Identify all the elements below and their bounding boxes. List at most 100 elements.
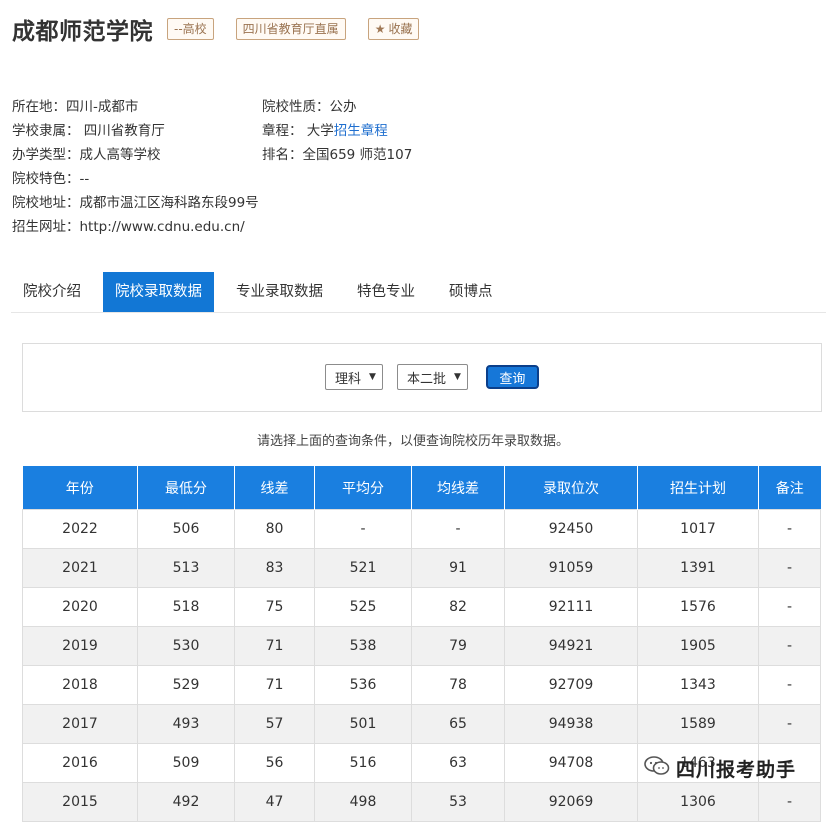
table-cell: - — [758, 548, 821, 588]
table-row: 2017 493 57 501 65 94938 1589- — [22, 704, 821, 744]
table-cell: 56 — [234, 743, 315, 783]
header-rank: 录取位次 — [504, 466, 638, 510]
table-cell: 525 — [314, 587, 412, 627]
table-cell: 1905 — [637, 626, 759, 666]
table-cell: 94938 — [504, 704, 638, 744]
info-address: 院校地址：成都市温江区海科路东段99号 — [12, 195, 259, 211]
table-cell: 1343 — [637, 665, 759, 705]
info-location: 所在地：四川-成都市 — [12, 99, 139, 115]
table-cell: 71 — [234, 626, 315, 666]
table-cell: 1576 — [637, 587, 759, 627]
favorite-label: 收藏 — [388, 22, 413, 36]
star-icon: ★ — [374, 22, 386, 36]
table-cell: 91059 — [504, 548, 638, 588]
header-avg-line-diff: 均线差 — [411, 466, 505, 510]
subject-select[interactable]: 理科 ▼ — [325, 364, 383, 390]
table-cell: 506 — [137, 509, 235, 549]
table-cell: 53 — [411, 782, 505, 822]
header-min-score: 最低分 — [137, 466, 235, 510]
table-cell: 518 — [137, 587, 235, 627]
table-cell: 513 — [137, 548, 235, 588]
info-website: 招生网址：http://www.cdnu.edu.cn/ — [12, 219, 245, 235]
table-cell: 83 — [234, 548, 315, 588]
query-button[interactable]: 查询 — [485, 365, 539, 389]
charter-link[interactable]: 招生章程 — [334, 123, 388, 139]
table-cell: 536 — [314, 665, 412, 705]
table-cell: 1306 — [637, 782, 759, 822]
table-row: 2019 530 71 538 79 94921 1905- — [22, 626, 821, 666]
table-cell: 94708 — [504, 743, 638, 783]
table-cell: 509 — [137, 743, 235, 783]
affiliation-tag: 四川省教育厅直属 — [235, 18, 346, 40]
table-cell: 92111 — [504, 587, 638, 627]
table-cell: - — [758, 587, 821, 627]
table-cell: - — [758, 704, 821, 744]
chat-bubble-icon — [644, 755, 670, 782]
tab-school-intro[interactable]: 院校介绍 — [11, 272, 93, 312]
tab-bar: 院校介绍 院校录取数据 专业录取数据 特色专业 硕博点 — [11, 272, 826, 313]
info-column-right: 院校性质：公办 章程： 大学招生章程 排名：全国659 师范107 — [262, 95, 412, 167]
table-cell: 493 — [137, 704, 235, 744]
table-cell: 92450 — [504, 509, 638, 549]
table-cell: 75 — [234, 587, 315, 627]
level-tag: --高校 — [167, 18, 214, 40]
table-cell: 2019 — [22, 626, 138, 666]
header-remark: 备注 — [758, 466, 821, 510]
table-cell: 79 — [411, 626, 505, 666]
table-cell: 1391 — [637, 548, 759, 588]
header-line-diff: 线差 — [234, 466, 315, 510]
page-title: 成都师范学院 — [12, 19, 153, 45]
table-header-row: 年份 最低分 线差 平均分 均线差 录取位次 招生计划 备注 — [22, 466, 821, 510]
tab-featured-majors[interactable]: 特色专业 — [345, 272, 427, 312]
table-cell: 498 — [314, 782, 412, 822]
tab-graduate-programs[interactable]: 硕博点 — [437, 272, 505, 312]
table-cell: 47 — [234, 782, 315, 822]
table-cell: 78 — [411, 665, 505, 705]
table-cell: 2018 — [22, 665, 138, 705]
table-cell: 516 — [314, 743, 412, 783]
table-cell: - — [758, 626, 821, 666]
info-charter: 章程： 大学招生章程 — [262, 119, 412, 143]
table-row: 2018 529 71 536 78 92709 1343- — [22, 665, 821, 705]
table-cell: 65 — [411, 704, 505, 744]
table-cell: 530 — [137, 626, 235, 666]
table-cell: 2015 — [22, 782, 138, 822]
table-cell: 80 — [234, 509, 315, 549]
table-cell: 2017 — [22, 704, 138, 744]
header-year: 年份 — [22, 466, 138, 510]
table-cell: 2022 — [22, 509, 138, 549]
query-controls: 理科 ▼ 本二批 ▼ 查询 — [325, 364, 539, 390]
info-column-left: 所在地：四川-成都市 学校隶属： 四川省教育厅 办学类型：成人高等学校 院校特色… — [12, 95, 259, 239]
watermark: 四川报考助手 — [644, 755, 796, 782]
table-cell: 538 — [314, 626, 412, 666]
tab-major-admission-data[interactable]: 专业录取数据 — [224, 272, 335, 312]
table-cell: 529 — [137, 665, 235, 705]
table-cell: 492 — [137, 782, 235, 822]
info-affiliation: 学校隶属： 四川省教育厅 — [12, 123, 165, 139]
header-plan: 招生计划 — [637, 466, 759, 510]
table-cell: 2016 — [22, 743, 138, 783]
batch-select[interactable]: 本二批 ▼ — [396, 364, 468, 390]
table-cell: 2021 — [22, 548, 138, 588]
batch-select-value: 本二批 — [406, 371, 446, 387]
table-cell: - — [758, 665, 821, 705]
query-panel: 理科 ▼ 本二批 ▼ 查询 — [22, 343, 822, 412]
info-school-type: 办学类型：成人高等学校 — [12, 147, 161, 163]
header-avg-score: 平均分 — [314, 466, 412, 510]
table-cell: - — [411, 509, 505, 549]
info-nature: 院校性质：公办 — [262, 99, 357, 115]
charter-prefix: 章程： 大学 — [262, 123, 334, 139]
table-cell: 2020 — [22, 587, 138, 627]
tab-school-admission-data[interactable]: 院校录取数据 — [103, 272, 214, 312]
table-row: 2021 513 83 521 91 91059 1391- — [22, 548, 821, 588]
table-cell: 1589 — [637, 704, 759, 744]
table-cell: 71 — [234, 665, 315, 705]
chevron-down-icon: ▼ — [453, 372, 461, 382]
table-row: 2020 518 75 525 82 92111 1576- — [22, 587, 821, 627]
chevron-down-icon: ▼ — [369, 372, 376, 382]
table-cell: - — [758, 509, 821, 549]
header: 成都师范学院 --高校 四川省教育厅直属 ★ 收藏 — [12, 12, 441, 46]
table-cell: 92069 — [504, 782, 638, 822]
favorite-button[interactable]: ★ 收藏 — [367, 18, 420, 40]
table-cell: - — [314, 509, 412, 549]
